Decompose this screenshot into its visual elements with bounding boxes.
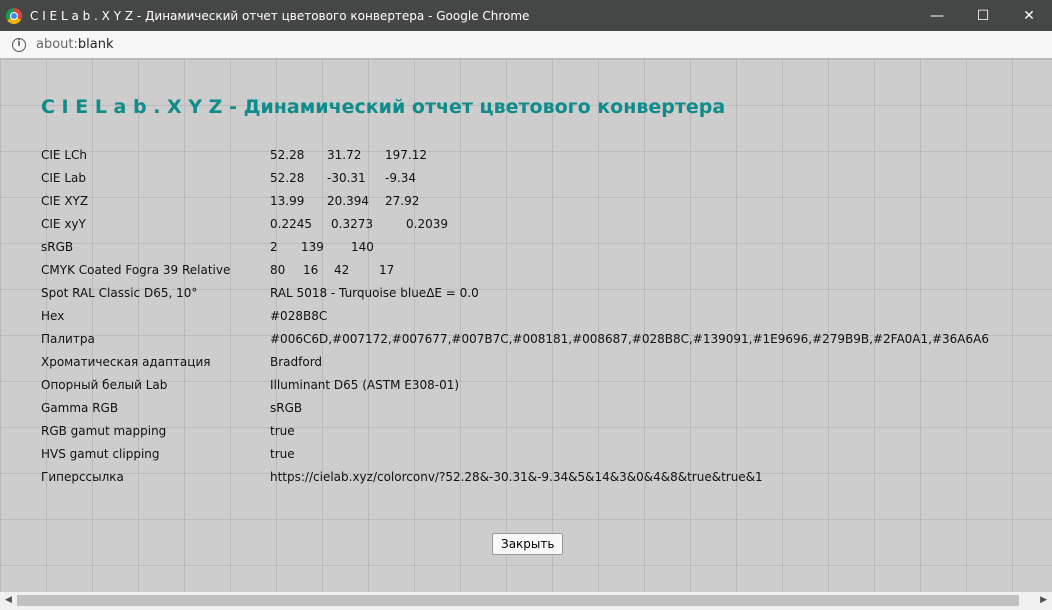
- row-label: CIE XYZ: [41, 194, 89, 208]
- page-content: C I E L a b . X Y Z - Динамический отчет…: [0, 59, 1052, 592]
- value-cell: 80: [270, 263, 286, 277]
- page-title: C I E L a b . X Y Z - Динамический отчет…: [41, 96, 726, 118]
- row-label: RGB gamut mapping: [41, 424, 167, 438]
- value-cell: 52.28: [270, 171, 305, 185]
- value-cell: sRGB: [270, 401, 303, 415]
- row-label: HVS gamut clipping: [41, 447, 160, 461]
- row-value: 52.28 31.72 197.12: [270, 148, 427, 171]
- report-row: Spot RAL Classic D65, 10° RAL 5018 - Turq…: [41, 286, 989, 309]
- report-row: Опорный белый Lab Illuminant D65 (ASTM E3…: [41, 378, 989, 401]
- value-cell: #028B8C: [270, 309, 328, 323]
- row-value: 2 139 140: [270, 240, 374, 263]
- value-cell[interactable]: https://cielab.xyz/colorconv/?52.28&-30.…: [270, 470, 763, 484]
- maximize-button[interactable]: ☐: [960, 0, 1006, 31]
- report-row: Gamma RGB sRGB: [41, 401, 989, 424]
- row-value: 52.28 -30.31 -9.34: [270, 171, 416, 194]
- report-row: CMYK Coated Fogra 39 Relative 80 16 42 17: [41, 263, 989, 286]
- report-row: CIE LCh 52.28 31.72 197.12: [41, 148, 989, 171]
- row-value: true: [270, 447, 295, 470]
- close-button[interactable]: Закрыть: [492, 533, 564, 555]
- row-label: CIE LCh: [41, 148, 87, 162]
- report-row: RGB gamut mapping true: [41, 424, 989, 447]
- value-cell: 17: [379, 263, 395, 277]
- value-cell: 197.12: [385, 148, 427, 162]
- value-cell: 13.99: [270, 194, 305, 208]
- horizontal-scrollbar[interactable]: ◀ ▶: [0, 592, 1052, 610]
- row-label: CIE xyY: [41, 217, 86, 231]
- row-value: #028B8C: [270, 309, 327, 332]
- row-label: Палитра: [41, 332, 95, 346]
- row-label: sRGB: [41, 240, 74, 254]
- report-row: sRGB 2 139 140: [41, 240, 989, 263]
- address-bar[interactable]: i about: blank: [0, 31, 1052, 59]
- row-label: Гиперссылка: [41, 470, 124, 484]
- value-cell: 20.394: [327, 194, 369, 208]
- minimize-button[interactable]: —: [914, 0, 960, 31]
- report-row: Hex #028B8C: [41, 309, 989, 332]
- chrome-icon: [6, 7, 22, 24]
- value-cell: true: [270, 424, 295, 438]
- value-cell: 0.2039: [406, 217, 448, 231]
- value-cell: 2: [270, 240, 278, 254]
- value-cell: 42: [334, 263, 350, 277]
- scroll-left-icon[interactable]: ◀: [5, 595, 12, 605]
- info-icon[interactable]: i: [12, 37, 26, 52]
- report-row: Гиперссылка https://cielab.xyz/colorconv/…: [41, 470, 989, 493]
- report-row: Хроматическая адаптация Bradford: [41, 355, 989, 378]
- value-cell: -9.34: [385, 171, 417, 185]
- row-label: CIE Lab: [41, 171, 86, 185]
- window-title: C I E L a b . X Y Z - Динамический отчет…: [30, 8, 530, 23]
- value-cell: 52.28: [270, 148, 305, 162]
- value-cell: 31.72: [327, 148, 362, 162]
- row-value: 0.2245 0.3273 0.2039: [270, 217, 448, 240]
- value-cell: #006C6D,#007172,#007677,#007B7C,#008181,…: [270, 332, 989, 346]
- row-label: Spot RAL Classic D65, 10°: [41, 286, 198, 300]
- report-table: CIE LCh 52.28 31.72 197.12 CIE Lab 52.28 -30.3…: [41, 148, 989, 493]
- row-value: 80 16 42 17: [270, 263, 394, 286]
- url-rest: blank: [77, 37, 114, 52]
- report-row: CIE Lab 52.28 -30.31 -9.34: [41, 171, 989, 194]
- report-row: Палитра #006C6D,#007172,#007677,#007B7C,#…: [41, 332, 989, 355]
- value-cell: 139: [301, 240, 324, 254]
- report-row: CIE XYZ 13.99 20.394 27.92: [41, 194, 989, 217]
- value-cell: 140: [351, 240, 374, 254]
- row-value: Bradford: [270, 355, 322, 378]
- row-value: #006C6D,#007172,#007677,#007B7C,#008181,…: [270, 332, 989, 355]
- close-window-button[interactable]: ✕: [1006, 0, 1052, 31]
- window-titlebar: C I E L a b . X Y Z - Динамический отчет…: [0, 0, 1052, 31]
- row-value: sRGB: [270, 401, 302, 424]
- row-label: Опорный белый Lab: [41, 378, 168, 392]
- value-cell: -30.31: [327, 171, 366, 185]
- value-cell: 0.2245: [270, 217, 312, 231]
- value-cell: ΔE = 0.0: [426, 286, 479, 300]
- value-cell: Illuminant D65 (ASTM E308-01): [270, 378, 460, 392]
- row-value: RAL 5018 - Turquoise blueΔE = 0.0: [270, 286, 479, 309]
- value-cell: RAL 5018 - Turquoise blue: [270, 286, 427, 300]
- scrollbar-thumb[interactable]: [17, 595, 1019, 606]
- value-cell: 27.92: [385, 194, 420, 208]
- row-value: https://cielab.xyz/colorconv/?52.28&-30.…: [270, 470, 763, 493]
- value-cell: 0.3273: [331, 217, 373, 231]
- report-row: HVS gamut clipping true: [41, 447, 989, 470]
- row-label: Gamma RGB: [41, 401, 119, 415]
- url-scheme: about:: [36, 37, 78, 52]
- row-label: Hex: [41, 309, 65, 323]
- row-label: CMYK Coated Fogra 39 Relative: [41, 263, 231, 277]
- value-cell: true: [270, 447, 295, 461]
- scroll-right-icon[interactable]: ▶: [1040, 595, 1047, 605]
- row-value: Illuminant D65 (ASTM E308-01): [270, 378, 459, 401]
- row-label: Хроматическая адаптация: [41, 355, 211, 369]
- value-cell: 16: [303, 263, 319, 277]
- value-cell: Bradford: [270, 355, 323, 369]
- row-value: 13.99 20.394 27.92: [270, 194, 419, 217]
- report-row: CIE xyY 0.2245 0.3273 0.2039: [41, 217, 989, 240]
- row-value: true: [270, 424, 295, 447]
